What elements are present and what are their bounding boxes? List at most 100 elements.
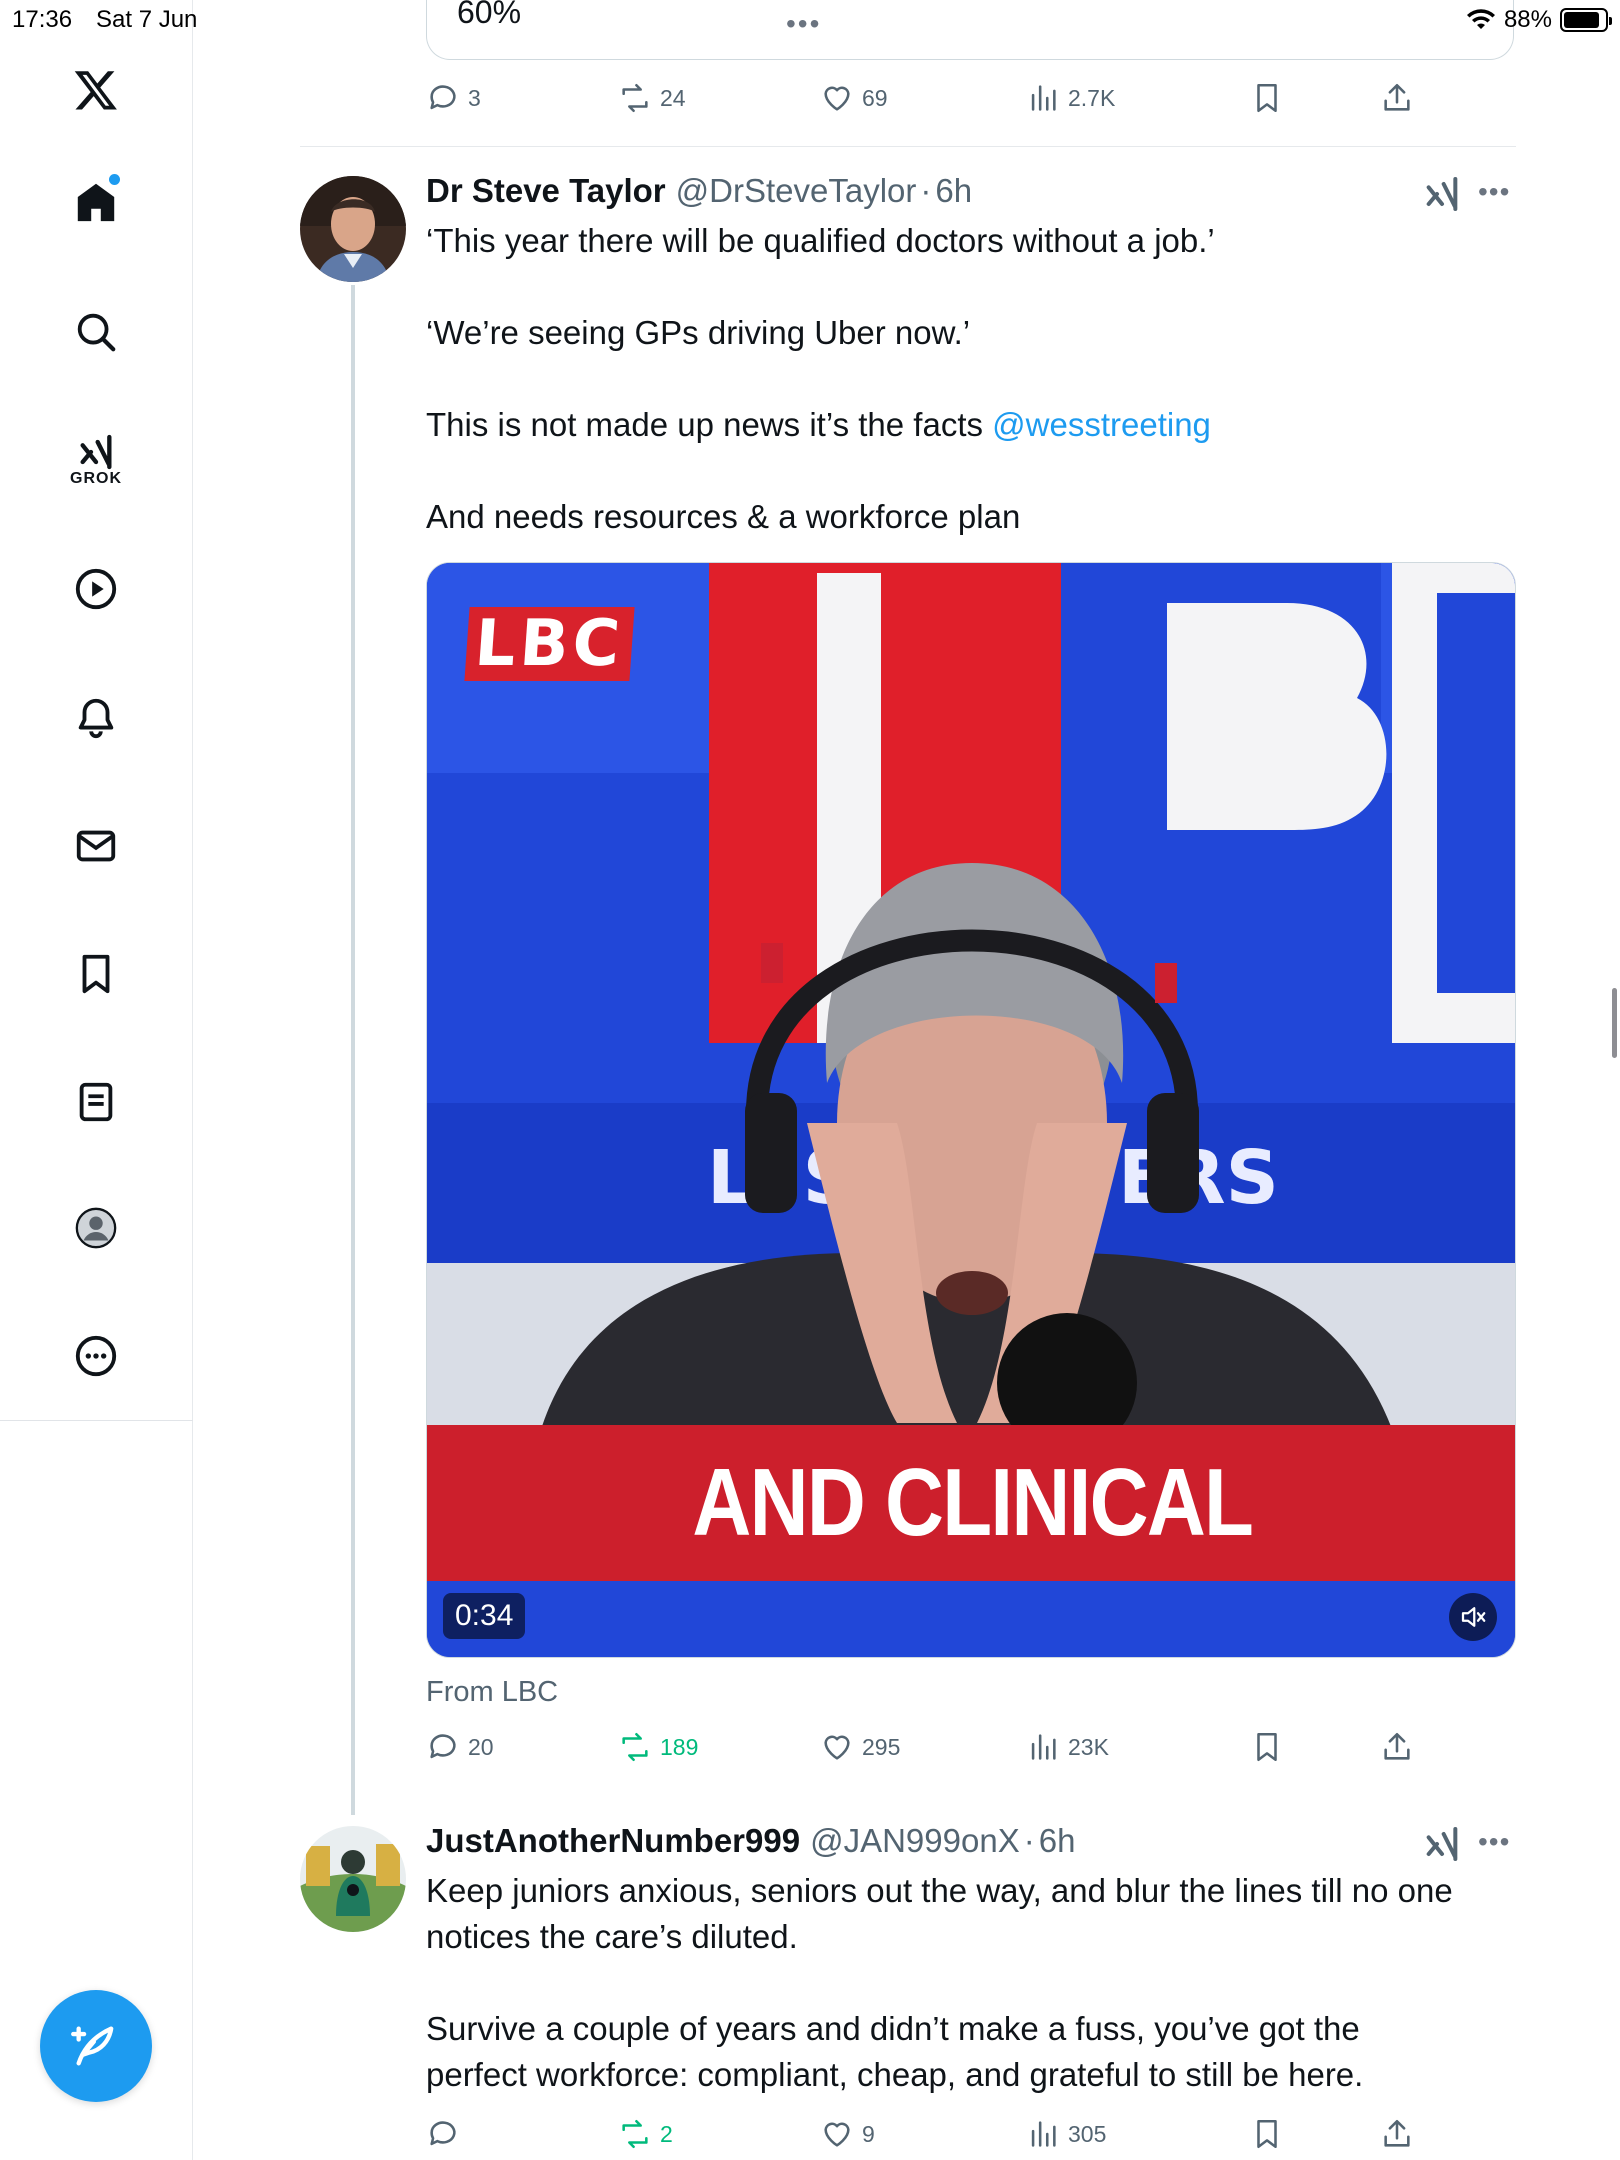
tweet-more-icon[interactable]: ••• xyxy=(1478,1826,1510,1858)
media-source[interactable]: From LBC xyxy=(426,1676,558,1709)
repost-count: 189 xyxy=(660,1733,699,1760)
like-button[interactable]: 9 xyxy=(820,2112,875,2156)
views-count: 23K xyxy=(1068,1733,1109,1760)
speaker-muted-icon xyxy=(1461,1607,1486,1627)
like-button[interactable]: 69 xyxy=(820,76,888,120)
lbc-logo-text: LBC xyxy=(464,607,635,681)
tweet-text-span: This is not made up news it’s the facts xyxy=(426,406,993,443)
like-button[interactable]: 295 xyxy=(820,1725,900,1769)
grok-explain-icon[interactable] xyxy=(1422,174,1462,214)
repost-button[interactable]: 189 xyxy=(618,1725,698,1769)
x-logo-icon[interactable] xyxy=(52,46,140,134)
like-count: 295 xyxy=(862,1733,901,1760)
repost-count: 2 xyxy=(660,2120,673,2147)
tweet-line: ‘This year there will be qualified docto… xyxy=(426,222,1215,259)
reply-button[interactable]: 20 xyxy=(426,1725,494,1769)
tweet-line: And needs resources & a workforce plan xyxy=(426,498,1021,535)
like-count: 69 xyxy=(862,84,888,111)
tweet-line: Survive a couple of years and didn’t mak… xyxy=(426,2010,1360,2047)
views-button[interactable]: 305 xyxy=(1026,2112,1106,2156)
video-icon[interactable] xyxy=(52,545,140,633)
bookmarks-icon[interactable] xyxy=(52,930,140,1018)
more-icon[interactable] xyxy=(52,1312,140,1400)
separator-dot: · xyxy=(1023,1822,1035,1859)
views-button[interactable]: 2.7K xyxy=(1026,76,1115,120)
views-icon xyxy=(1031,1734,1056,1760)
thread-connector xyxy=(351,285,355,1815)
tweet-line: notices the care’s diluted. xyxy=(426,1918,798,1955)
scrollbar-thumb[interactable] xyxy=(1612,988,1617,1058)
like-count: 9 xyxy=(862,2120,875,2147)
tweet-body: ‘This year there will be qualified docto… xyxy=(426,218,1516,540)
search-icon[interactable] xyxy=(52,288,140,376)
share-button[interactable] xyxy=(1380,1725,1414,1769)
compose-feather-icon xyxy=(71,2026,114,2066)
tweet-line: ‘We’re seeing GPs driving Uber now.’ xyxy=(426,314,971,351)
lbc-logo: LBC xyxy=(464,607,635,681)
battery-percent: 88% xyxy=(1503,6,1552,33)
sidebar: GROK xyxy=(0,0,193,2160)
tweet-actions: 2 9 305 xyxy=(426,2112,1516,2156)
reply-button[interactable] xyxy=(426,2112,468,2156)
share-button[interactable] xyxy=(1380,2112,1414,2156)
compose-button[interactable] xyxy=(40,1990,152,2102)
grok-icon[interactable]: GROK xyxy=(52,416,140,504)
repost-button[interactable]: 24 xyxy=(618,76,686,120)
sidebar-divider xyxy=(0,1420,193,1421)
heart-icon xyxy=(824,86,850,111)
video-duration: 0:34 xyxy=(443,1593,526,1639)
repost-button[interactable]: 2 xyxy=(618,2112,673,2156)
avatar[interactable] xyxy=(300,1826,406,1932)
profile-icon[interactable] xyxy=(52,1184,140,1272)
bookmark-icon xyxy=(1257,83,1277,113)
status-time: 17:36 xyxy=(12,6,73,33)
bookmark-button[interactable] xyxy=(1250,2112,1284,2156)
reply-icon xyxy=(430,2121,456,2146)
mention-link[interactable]: @wesstreeting xyxy=(992,406,1211,443)
reply-icon xyxy=(430,85,456,110)
home-icon[interactable] xyxy=(52,158,140,246)
bookmark-button[interactable] xyxy=(1250,1725,1284,1769)
repost-count: 24 xyxy=(660,84,686,111)
mute-button[interactable] xyxy=(1449,1593,1497,1641)
notifications-icon[interactable] xyxy=(52,674,140,762)
views-icon xyxy=(1031,2121,1056,2147)
views-count: 305 xyxy=(1068,2120,1107,2147)
timestamp[interactable]: 6h xyxy=(935,172,972,210)
heart-icon xyxy=(824,1735,850,1760)
video-caption: AND CLINICAL xyxy=(692,1449,1254,1556)
messages-icon[interactable] xyxy=(52,802,140,890)
status-date: Sat 7 Jun xyxy=(96,6,198,33)
timestamp[interactable]: 6h xyxy=(1039,1822,1076,1860)
repost-icon xyxy=(622,1732,648,1762)
repost-icon xyxy=(622,2119,648,2149)
video-player[interactable]: L 'S CONVERS LBC AND CLINICAL 0:34 xyxy=(426,562,1516,1658)
avatar[interactable] xyxy=(300,176,406,282)
tweet-header: Dr Steve Taylor @DrSteveTaylor · 6h xyxy=(426,172,972,210)
multitask-dots-icon[interactable]: ••• xyxy=(786,8,821,40)
reply-button[interactable]: 3 xyxy=(426,76,481,120)
bookmark-icon xyxy=(1257,1732,1277,1762)
author-name[interactable]: JustAnotherNumber999 xyxy=(426,1822,800,1860)
bookmark-icon xyxy=(1257,2119,1277,2149)
grok-explain-icon[interactable] xyxy=(1422,1824,1462,1864)
tweet-line: This is not made up news it’s the facts … xyxy=(426,402,1516,448)
separator-dot: · xyxy=(920,172,932,209)
battery-icon xyxy=(1560,8,1612,32)
tweet-divider xyxy=(300,146,1516,147)
reply-count: 20 xyxy=(468,1733,494,1760)
bookmark-button[interactable] xyxy=(1250,76,1284,120)
timeline-feed: 60% 3 24 69 2.7K Dr Steve Taylor @DrStev… xyxy=(194,0,1620,2160)
video-caption-bar: AND CLINICAL xyxy=(427,1425,1515,1581)
share-icon xyxy=(1384,2119,1410,2147)
views-button[interactable]: 23K xyxy=(1026,1725,1109,1769)
status-right: 88% xyxy=(1466,6,1612,34)
author-handle[interactable]: @JAN999onX xyxy=(810,1822,1020,1860)
author-name[interactable]: Dr Steve Taylor xyxy=(426,172,666,210)
lists-icon[interactable] xyxy=(52,1058,140,1146)
share-button[interactable] xyxy=(1380,76,1414,120)
views-count: 2.7K xyxy=(1068,84,1116,111)
author-handle[interactable]: @DrSteveTaylor xyxy=(676,172,917,210)
tweet-more-icon[interactable]: ••• xyxy=(1478,176,1510,208)
repost-icon xyxy=(622,83,648,113)
